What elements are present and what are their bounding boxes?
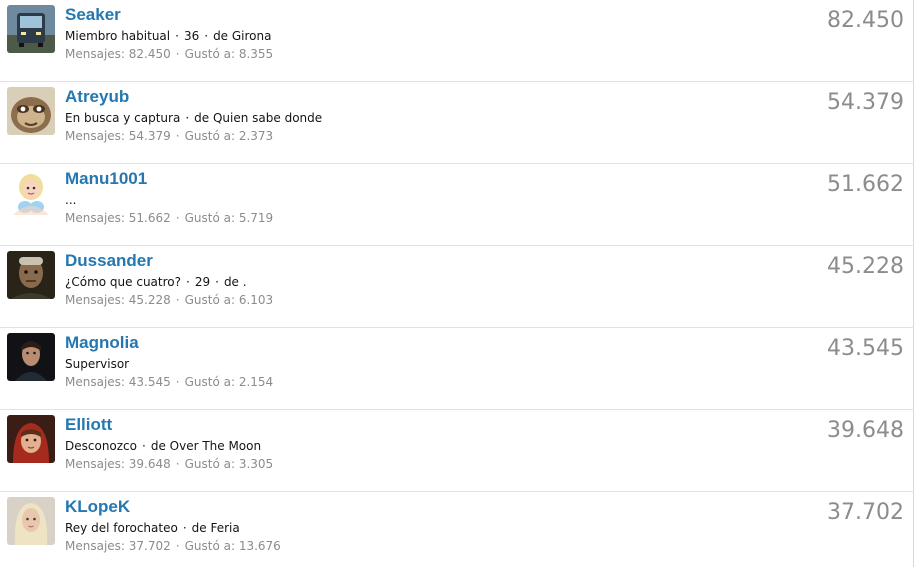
user-stats: Mensajes: 43.545 · Gustó a: 2.154 (65, 375, 274, 389)
messages-count: Mensajes: 45.228 (65, 293, 171, 307)
messages-count: Mensajes: 37.702 (65, 539, 171, 553)
member-row: Elliott Desconozco · de Over The Moon Mens… (0, 410, 914, 492)
messages-count: Mensajes: 54.379 (65, 129, 171, 143)
likes-count: Gustó a: 13.676 (184, 539, 281, 553)
user-stats: Mensajes: 54.379 · Gustó a: 2.373 (65, 129, 274, 143)
user-stats: Mensajes: 45.228 · Gustó a: 6.103 (65, 293, 274, 307)
messages-count: Mensajes: 43.545 (65, 375, 171, 389)
member-score: 45.228 (827, 254, 904, 279)
member-row: Atreyub En busca y captura · de Quien sabe… (0, 82, 914, 164)
username-link[interactable]: Manu1001 (65, 169, 147, 189)
boy-red-hoodie-avatar[interactable] (7, 415, 55, 463)
member-score: 54.379 (827, 90, 904, 115)
member-row: Manu1001 ... Mensajes: 51.662 · Gustó a: 5… (0, 164, 914, 246)
user-blurb: Miembro habitual · 36 · de Girona (65, 29, 272, 43)
user-blurb: Desconozco · de Over The Moon (65, 439, 262, 453)
blonde-woman-avatar[interactable] (7, 497, 55, 545)
sloth-avatar[interactable] (7, 87, 55, 135)
member-row: Seaker Miembro habitual · 36 · de Girona Men… (0, 0, 914, 82)
username-link[interactable]: Atreyub (65, 87, 129, 107)
old-man-photo-avatar[interactable] (7, 251, 55, 299)
member-row: KLopeK Rey del forochateo · de Feria Mensa… (0, 492, 914, 574)
messages-count: Mensajes: 82.450 (65, 47, 171, 61)
member-score: 39.648 (827, 418, 904, 443)
likes-count: Gustó a: 2.154 (184, 375, 274, 389)
member-score: 37.702 (827, 500, 904, 525)
member-list: Seaker Miembro habitual · 36 · de Girona Men… (0, 0, 914, 567)
user-blurb: Supervisor (65, 357, 130, 371)
member-row: Magnolia Supervisor Mensajes: 43.545 · Gus… (0, 328, 914, 410)
member-score: 43.545 (827, 336, 904, 361)
user-stats: Mensajes: 82.450 · Gustó a: 8.355 (65, 47, 274, 61)
username-link[interactable]: KLopeK (65, 497, 130, 517)
user-blurb: En busca y captura · de Quien sabe donde (65, 111, 323, 125)
user-blurb: Rey del forochateo · de Feria (65, 521, 240, 535)
username-link[interactable]: Dussander (65, 251, 153, 271)
username-link[interactable]: Magnolia (65, 333, 139, 353)
username-link[interactable]: Elliott (65, 415, 112, 435)
member-score: 51.662 (827, 172, 904, 197)
username-link[interactable]: Seaker (65, 5, 121, 25)
messages-count: Mensajes: 51.662 (65, 211, 171, 225)
likes-count: Gustó a: 3.305 (184, 457, 274, 471)
user-blurb: ... (65, 193, 77, 207)
user-stats: Mensajes: 39.648 · Gustó a: 3.305 (65, 457, 274, 471)
likes-count: Gustó a: 2.373 (184, 129, 274, 143)
member-row: Dussander ¿Cómo que cuatro? · 29 · de . Mens… (0, 246, 914, 328)
likes-count: Gustó a: 8.355 (184, 47, 274, 61)
cartoon-woman-avatar[interactable] (7, 169, 55, 217)
messages-count: Mensajes: 39.648 (65, 457, 171, 471)
likes-count: Gustó a: 6.103 (184, 293, 274, 307)
user-stats: Mensajes: 37.702 · Gustó a: 13.676 (65, 539, 281, 553)
member-score: 82.450 (827, 8, 904, 33)
likes-count: Gustó a: 5.719 (184, 211, 274, 225)
user-blurb: ¿Cómo que cuatro? · 29 · de . (65, 275, 247, 289)
man-portrait-avatar[interactable] (7, 333, 55, 381)
bus-photo-avatar[interactable] (7, 5, 55, 53)
user-stats: Mensajes: 51.662 · Gustó a: 5.719 (65, 211, 274, 225)
